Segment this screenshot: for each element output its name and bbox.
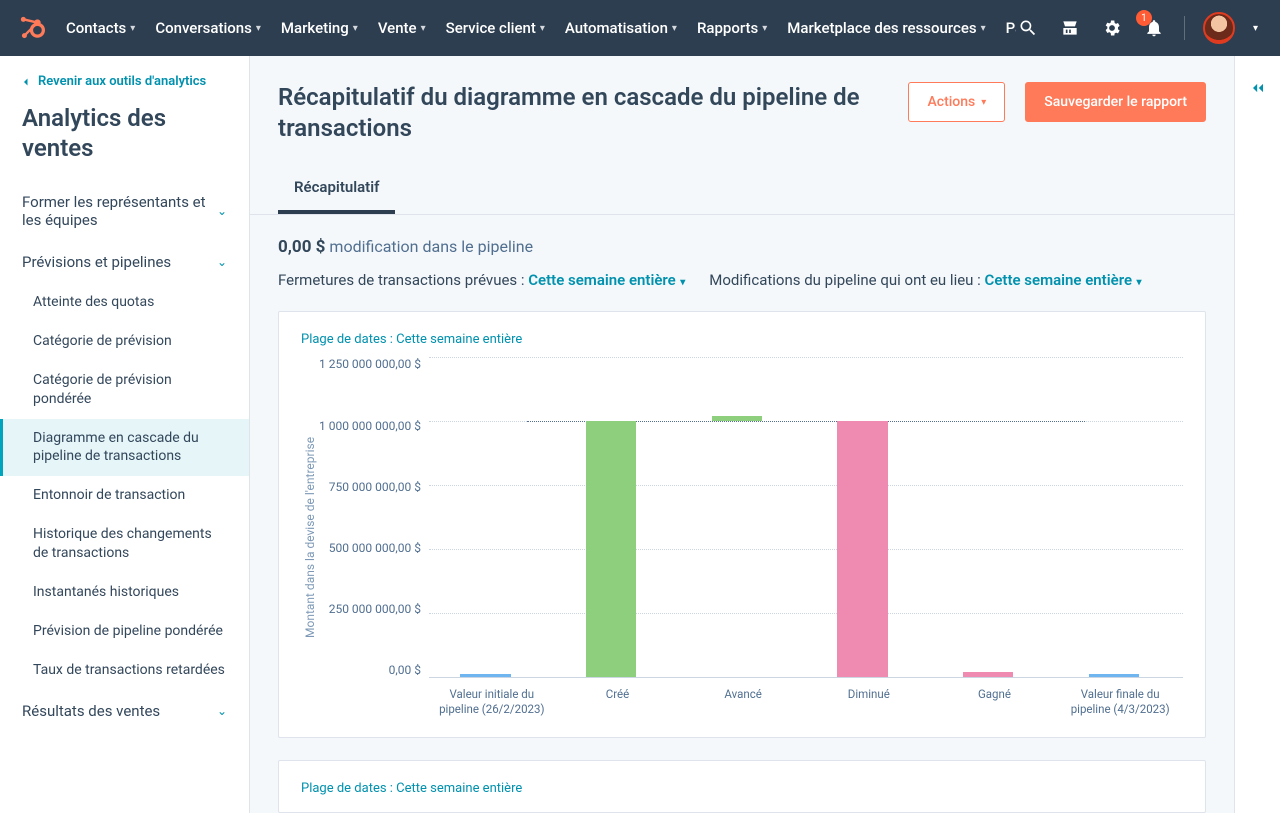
y-tick: 1 250 000 000,00 $ bbox=[319, 357, 421, 371]
hubspot-logo[interactable] bbox=[18, 14, 46, 42]
nav-item-4[interactable]: Service client▾ bbox=[436, 0, 555, 56]
y-tick: 0,00 $ bbox=[389, 663, 421, 677]
chevron-down-icon: ▾ bbox=[672, 23, 677, 34]
sidebar-group-1[interactable]: Prévisions et pipelines⌄ bbox=[0, 241, 249, 283]
waterfall-chart: Montant dans la devise de l'entreprise 1… bbox=[301, 357, 1183, 717]
marketplace-icon[interactable] bbox=[1058, 16, 1082, 40]
actions-button[interactable]: Actions ▾ bbox=[908, 82, 1005, 122]
filter-closing: Fermetures de transactions prévues : Cet… bbox=[278, 271, 685, 289]
chevron-down-icon: ▾ bbox=[256, 23, 261, 34]
filter-closing-value[interactable]: Cette semaine entière ▾ bbox=[528, 271, 685, 289]
chevron-down-icon: ⌄ bbox=[217, 204, 227, 218]
bar-4[interactable] bbox=[963, 672, 1013, 677]
bar-2[interactable] bbox=[712, 416, 762, 421]
top-nav: Contacts▾Conversations▾Marketing▾Vente▾S… bbox=[0, 0, 1280, 56]
chevron-down-icon: ▾ bbox=[678, 277, 686, 288]
notifications-bell-icon[interactable]: 1 bbox=[1142, 16, 1166, 40]
page-title: Récapitulatif du diagramme en cascade du… bbox=[278, 82, 888, 144]
y-tick: 750 000 000,00 $ bbox=[329, 480, 421, 494]
x-tick-1: Créé bbox=[555, 687, 681, 717]
summary-amount: 0,00 $ bbox=[278, 237, 325, 257]
card2-date-range: Plage de dates : Cette semaine entière bbox=[301, 781, 1183, 796]
save-button-label: Sauvegarder le rapport bbox=[1044, 94, 1187, 110]
chart-card-2: Plage de dates : Cette semaine entière bbox=[278, 760, 1206, 813]
bar-col-4 bbox=[932, 357, 1058, 677]
card-date-range: Plage de dates : Cette semaine entière bbox=[301, 332, 1183, 347]
bar-0[interactable] bbox=[460, 674, 510, 677]
x-tick-5: Valeur finale du pipeline (4/3/2023) bbox=[1057, 687, 1183, 717]
chevron-down-icon: ▾ bbox=[762, 23, 767, 34]
nav-item-1[interactable]: Conversations▾ bbox=[145, 0, 271, 56]
y-tick: 500 000 000,00 $ bbox=[329, 541, 421, 555]
chevron-down-icon: ▾ bbox=[981, 23, 986, 34]
sidebar-item-1-7[interactable]: Prévision de pipeline pondérée bbox=[0, 612, 249, 651]
bar-col-3 bbox=[806, 357, 932, 677]
bar-col-0 bbox=[429, 357, 555, 677]
filter-closing-label: Fermetures de transactions prévues : bbox=[278, 271, 525, 289]
nav-item-2[interactable]: Marketing▾ bbox=[271, 0, 368, 56]
bar-col-1 bbox=[555, 357, 681, 677]
chevron-down-icon: ▾ bbox=[540, 23, 545, 34]
sidebar-title: Analytics des ventes bbox=[0, 103, 249, 181]
settings-gear-icon[interactable] bbox=[1100, 16, 1124, 40]
bar-5[interactable] bbox=[1089, 674, 1139, 677]
chevron-down-icon: ▾ bbox=[981, 97, 986, 108]
back-to-analytics-link[interactable]: Revenir aux outils d'analytics bbox=[0, 74, 249, 103]
bar-col-2 bbox=[680, 357, 806, 677]
sidebar-item-1-6[interactable]: Instantanés historiques bbox=[0, 573, 249, 612]
tabs: Récapitulatif bbox=[250, 164, 1234, 215]
nav-item-7[interactable]: Marketplace des ressources▾ bbox=[777, 0, 995, 56]
y-tick: 250 000 000,00 $ bbox=[329, 602, 421, 616]
sidebar-group-0[interactable]: Former les représentants et les équipes⌄ bbox=[0, 181, 249, 241]
chevron-down-icon[interactable]: ▾ bbox=[1253, 23, 1258, 34]
chevron-down-icon: ▾ bbox=[421, 23, 426, 34]
chevron-down-icon: ▾ bbox=[130, 23, 135, 34]
x-tick-3: Diminué bbox=[806, 687, 932, 717]
summary-suffix: modification dans le pipeline bbox=[329, 237, 533, 256]
nav-divider bbox=[1184, 16, 1185, 40]
save-report-button[interactable]: Sauvegarder le rapport bbox=[1025, 82, 1206, 122]
summary-line: 0,00 $ modification dans le pipeline bbox=[278, 237, 1206, 257]
nav-item-6[interactable]: Rapports▾ bbox=[687, 0, 777, 56]
sidebar-item-1-1[interactable]: Catégorie de prévision bbox=[0, 322, 249, 361]
chevron-down-icon: ⌄ bbox=[217, 255, 227, 269]
nav-item-3[interactable]: Vente▾ bbox=[368, 0, 436, 56]
actions-button-label: Actions bbox=[927, 94, 975, 110]
bar-col-5 bbox=[1057, 357, 1183, 677]
sidebar-item-1-2[interactable]: Catégorie de prévision pondérée bbox=[0, 361, 249, 419]
chevron-down-icon: ⌄ bbox=[217, 704, 227, 718]
filter-changes-value[interactable]: Cette semaine entière ▾ bbox=[985, 271, 1142, 289]
chevron-down-icon: ▾ bbox=[353, 23, 358, 34]
search-icon[interactable] bbox=[1016, 16, 1040, 40]
user-avatar[interactable] bbox=[1203, 12, 1235, 44]
x-tick-0: Valeur initiale du pipeline (26/2/2023) bbox=[429, 687, 555, 717]
y-tick: 1 000 000 000,00 $ bbox=[319, 419, 421, 433]
sidebar-item-1-8[interactable]: Taux de transactions retardées bbox=[0, 651, 249, 690]
bar-3[interactable] bbox=[837, 421, 887, 677]
bar-1[interactable] bbox=[586, 421, 636, 677]
sidebar-item-1-5[interactable]: Historique des changements de transactio… bbox=[0, 515, 249, 573]
filter-pipeline-changes: Modifications du pipeline qui ont eu lie… bbox=[709, 271, 1141, 289]
chart-card: Plage de dates : Cette semaine entière M… bbox=[278, 311, 1206, 738]
nav-item-5[interactable]: Automatisation▾ bbox=[555, 0, 687, 56]
nav-item-0[interactable]: Contacts▾ bbox=[56, 0, 145, 56]
main-content: Récapitulatif du diagramme en cascade du… bbox=[250, 56, 1234, 813]
sidebar-item-1-0[interactable]: Atteinte des quotas bbox=[0, 283, 249, 322]
x-tick-4: Gagné bbox=[932, 687, 1058, 717]
back-link-label: Revenir aux outils d'analytics bbox=[38, 74, 206, 89]
notification-badge: 1 bbox=[1136, 10, 1152, 26]
filter-changes-label: Modifications du pipeline qui ont eu lie… bbox=[709, 271, 981, 289]
chart-ylabel: Montant dans la devise de l'entreprise bbox=[301, 357, 319, 717]
sidebar-item-1-4[interactable]: Entonnoir de transaction bbox=[0, 476, 249, 515]
chevron-down-icon: ▾ bbox=[1134, 277, 1142, 288]
collapse-right-panel[interactable] bbox=[1234, 56, 1280, 813]
tab-recap[interactable]: Récapitulatif bbox=[278, 164, 395, 214]
nav-item-8[interactable]: Parten▾ bbox=[996, 0, 1016, 56]
sidebar: Revenir aux outils d'analytics Analytics… bbox=[0, 56, 250, 813]
sidebar-item-1-3[interactable]: Diagramme en cascade du pipeline de tran… bbox=[0, 419, 249, 477]
chevrons-left-icon bbox=[1248, 78, 1268, 98]
x-tick-2: Avancé bbox=[680, 687, 806, 717]
sidebar-group-2[interactable]: Résultats des ventes⌄ bbox=[0, 690, 249, 732]
